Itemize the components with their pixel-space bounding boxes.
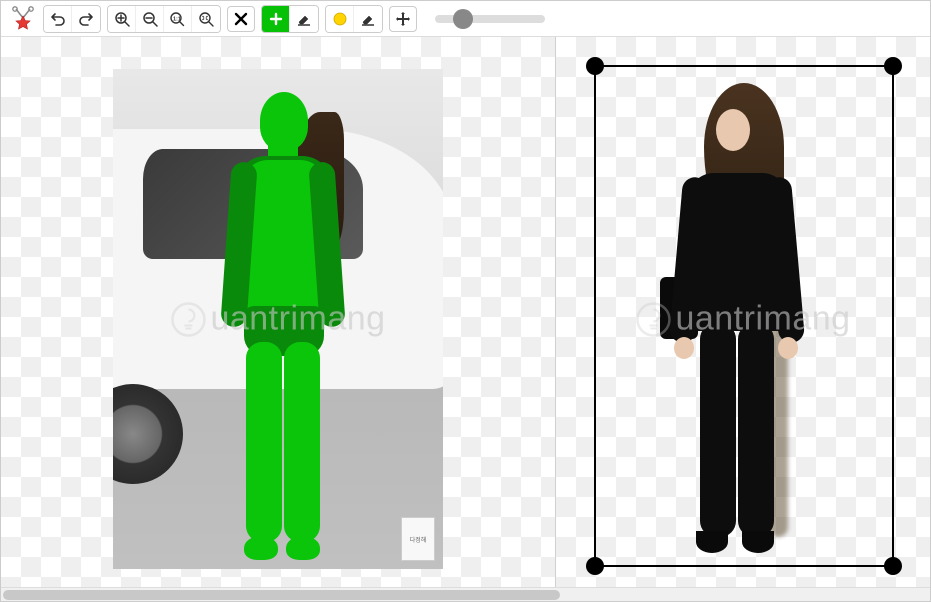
- zoom-in-button[interactable]: [108, 6, 136, 32]
- zoom-out-button[interactable]: [136, 6, 164, 32]
- horizontal-scrollbar[interactable]: [1, 587, 930, 601]
- foreground-erase-button[interactable]: [290, 6, 318, 32]
- cutout-hand-left: [674, 337, 694, 359]
- mask-foot-left: [244, 536, 278, 560]
- crop-handle-top-right[interactable]: [884, 57, 902, 75]
- zoom-actual-button[interactable]: 1:1: [164, 6, 192, 32]
- move-icon: [395, 11, 411, 27]
- mask-leg-right: [284, 342, 320, 542]
- zoom-in-icon: [114, 11, 130, 27]
- scissors-star-icon: [10, 6, 36, 32]
- clear-mask-button[interactable]: [227, 6, 255, 32]
- workspace: 다정해 uantrimang: [1, 37, 930, 601]
- foreground-mask: [208, 84, 358, 564]
- plus-icon: [269, 12, 283, 26]
- source-photo-tag: 다정해: [401, 517, 435, 561]
- history-group: [43, 5, 101, 33]
- cutout-foot-right: [742, 531, 774, 553]
- close-icon: [234, 12, 248, 26]
- scrollbar-thumb[interactable]: [3, 590, 560, 600]
- foreground-add-button[interactable]: [262, 6, 290, 32]
- undo-icon: [50, 11, 66, 27]
- cutout-face: [716, 109, 750, 151]
- eraser-icon: [360, 11, 376, 27]
- zoom-fit-button[interactable]: [192, 6, 220, 32]
- crop-handle-bottom-right[interactable]: [884, 557, 902, 575]
- crop-handle-top-left[interactable]: [586, 57, 604, 75]
- background-car-wheel: [113, 384, 183, 484]
- yellow-circle-icon: [333, 12, 347, 26]
- app-logo: [9, 5, 37, 33]
- zoom-fit-icon: [198, 11, 214, 27]
- background-add-button[interactable]: [326, 6, 354, 32]
- svg-text:1:1: 1:1: [173, 16, 181, 22]
- cutout-result: [646, 77, 836, 567]
- redo-button[interactable]: [72, 6, 100, 32]
- background-mark-group: [325, 5, 383, 33]
- move-button[interactable]: [389, 6, 417, 32]
- cutout-leg-left: [700, 323, 736, 537]
- result-panel[interactable]: uantrimang: [556, 37, 930, 601]
- source-panel[interactable]: 다정해 uantrimang: [1, 37, 556, 601]
- eraser-icon: [296, 11, 312, 27]
- cutout-foot-left: [696, 531, 728, 553]
- zoom-actual-icon: 1:1: [169, 11, 187, 27]
- source-image[interactable]: 다정해: [113, 69, 443, 569]
- brush-size-slider[interactable]: [435, 15, 545, 23]
- slider-thumb[interactable]: [453, 9, 473, 29]
- undo-button[interactable]: [44, 6, 72, 32]
- background-erase-button[interactable]: [354, 6, 382, 32]
- cutout-hand-right: [778, 337, 798, 359]
- slider-track[interactable]: [435, 15, 545, 23]
- cutout-leg-right: [738, 323, 774, 537]
- zoom-out-icon: [142, 11, 158, 27]
- zoom-group: 1:1: [107, 5, 221, 33]
- crop-handle-bottom-left[interactable]: [586, 557, 604, 575]
- mask-foot-right: [286, 536, 320, 560]
- toolbar: 1:1: [1, 1, 930, 37]
- mask-leg-left: [246, 342, 282, 542]
- redo-icon: [78, 11, 94, 27]
- foreground-mark-group: [261, 5, 319, 33]
